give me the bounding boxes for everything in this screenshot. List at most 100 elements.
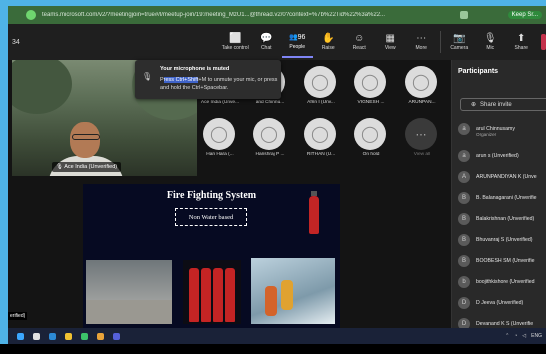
share-invite-button[interactable]: ⊕ Share invite [460, 98, 546, 111]
participant-list-item[interactable]: b boojithkishore (Unverified [458, 274, 546, 290]
fire-extinguisher-icon [309, 191, 319, 234]
toast-body-highlight: ress Ctrl+Shift [163, 77, 199, 83]
participant-tile[interactable]: ◯ On hold [347, 118, 393, 158]
participant-name: Devanand K S (Unverifie [476, 321, 534, 327]
cylinder-shape [189, 268, 199, 322]
slide-box: Non Water based [175, 208, 247, 226]
participant-name: BOOBESH SM (Unverifie [476, 258, 535, 264]
person-icon: ◯ [405, 66, 437, 98]
participant-list-item[interactable]: a arun s (Unverified) [458, 148, 546, 164]
screen-bottom-edge [0, 344, 546, 354]
video-name-label: 🎙 Ace India (Unverified) [52, 162, 122, 172]
toast-title: Your microphone is muted [160, 66, 230, 72]
firefighter-figure [265, 286, 277, 316]
participant-avatar: b [458, 276, 470, 288]
participant-list-item[interactable]: B B. Balanagarani (Unverifie [458, 190, 546, 206]
toolbar-button-chat[interactable]: 💬 Chat [251, 26, 282, 58]
participant-tile[interactable]: ◯ Afrin I (Unv... [297, 66, 343, 106]
share-tray-icon: ⬜ [228, 33, 242, 44]
shared-slide[interactable]: Fire Fighting System Non Water based [83, 184, 340, 328]
cylinder-shape [213, 268, 223, 322]
cylinder-shape [201, 268, 211, 322]
person-icon: ◯ [304, 66, 336, 98]
chat-icon: 💬 [259, 33, 273, 44]
participant-tile[interactable]: ⋯ View all [398, 118, 444, 158]
extension-icon[interactable] [460, 11, 468, 19]
chevron-up-icon[interactable]: ⌃ [505, 333, 509, 339]
toolbar-button-raise[interactable]: ✋ Raise [313, 26, 344, 58]
participant-tile[interactable]: ◯ VIGNESH ... [347, 66, 393, 106]
warehouse-floor [86, 300, 172, 324]
teams-icon[interactable] [113, 332, 120, 340]
toolbar-button-share[interactable]: ⬆ Share [506, 26, 537, 58]
participant-avatar: B [458, 213, 470, 225]
participant-list-item[interactable]: D D Jeeva (Unverified) [458, 295, 546, 311]
language-indicator[interactable]: ENG [531, 333, 542, 339]
participant-tile-name: Hari Hara (... [206, 152, 234, 157]
participants-header: Participants [458, 68, 499, 75]
participant-list-item[interactable]: B BOOBESH SM (Unverifie [458, 253, 546, 269]
search-icon[interactable] [33, 332, 40, 340]
mic-off-icon: 🎙 [56, 164, 65, 170]
system-tray[interactable]: ⌃ ◔ ◁ ENG [505, 333, 542, 339]
participant-list-item[interactable]: A ARUNPANDIYAN K (Unve [458, 169, 546, 185]
cylinder-shape [225, 268, 235, 322]
toolbar-button-camera[interactable]: 📷 Camera [444, 26, 475, 58]
person-icon: ◯ [304, 118, 336, 150]
chrome-icon[interactable] [97, 332, 104, 340]
glasses [72, 134, 100, 140]
url-text[interactable]: teams.microsoft.com/v2/?meetingjoin=true… [42, 12, 452, 18]
windows-taskbar: ⌃ ◔ ◁ ENG [8, 328, 546, 344]
react-icon: ☺ [354, 33, 365, 44]
toolbar-button-take-control[interactable]: ⬜ Take control [220, 26, 251, 58]
profile-badge[interactable]: Keep Sr... [507, 11, 542, 19]
people-icon: 👥96 [288, 34, 306, 41]
toolbar-button-label: Camera [450, 45, 469, 51]
browser-address-bar[interactable]: teams.microsoft.com/v2/?meetingjoin=true… [8, 6, 546, 24]
participant-avatar: B [458, 192, 470, 204]
participant-tile[interactable]: ◯ ARUNPAN... [398, 66, 444, 106]
whatsapp-icon[interactable] [81, 332, 88, 340]
participant-tile[interactable]: ◯ Harishraj P ... [246, 118, 292, 158]
toolbar-button-more[interactable]: ⋯ More [406, 26, 437, 58]
raise-hand-icon: ✋ [321, 33, 335, 44]
participant-list-item[interactable]: a arul Chinnusamy Organizer [458, 121, 546, 137]
participant-name: arun s (Unverified) [476, 153, 519, 159]
browser-window: teams.microsoft.com/v2/?meetingjoin=true… [8, 6, 546, 344]
participant-tile-name: Harishraj P ... [255, 152, 285, 157]
more-icon: ⋯ [416, 33, 427, 44]
folder-icon[interactable] [65, 332, 72, 340]
participants-panel: Participants ⊕ Share invite a arul Chinnus… [451, 60, 546, 330]
gas-cylinders-image [183, 260, 241, 324]
toolbar-button-people[interactable]: 👥96 People [281, 26, 313, 58]
leave-button[interactable] [540, 34, 546, 50]
toolbar-button-label: Raise [321, 45, 335, 51]
share-invite-label: Share invite [480, 101, 512, 108]
toast-body: Press Ctrl+Shift+M to unmute your mic, o… [160, 76, 278, 92]
person-icon: ◯ [354, 66, 386, 98]
participant-tile[interactable]: ◯ Hari Hara (... [196, 118, 242, 158]
participant-list-item[interactable]: B Balakrishnan (Unverified) [458, 211, 546, 227]
firefighters-image [251, 258, 335, 324]
video-name-text: Ace India (Unverified) [64, 164, 118, 170]
participant-name: Bhuvanraj S (Unverified) [476, 237, 533, 243]
toolbar-button-react[interactable]: ☺ React [344, 26, 375, 58]
participant-tile[interactable]: ◯ RITHAN (U... [297, 118, 343, 158]
participant-tile-name: View all [413, 152, 431, 157]
participant-avatar: a [458, 150, 470, 162]
toolbar-button-mic[interactable]: 🎙 Mic [475, 26, 506, 58]
person-icon: ◯ [253, 118, 285, 150]
participant-face [70, 122, 100, 158]
start-icon[interactable] [17, 332, 24, 340]
edge-icon[interactable] [49, 332, 56, 340]
participant-name: boojithkishore (Unverified [476, 279, 535, 285]
participant-tile-name: Afrin I (Unv... [307, 100, 335, 105]
participant-list-item[interactable]: B Bhuvanraj S (Unverified) [458, 232, 546, 248]
toolbar-button-label: More [415, 45, 427, 51]
meeting-timer: 34 [12, 38, 20, 46]
toolbar-button-view[interactable]: ▦ View [375, 26, 406, 58]
mic-muted-icon: 🎙 [142, 72, 153, 81]
participant-tile-name: ARUNPAN... [408, 100, 436, 105]
mic-muted-toast[interactable]: 🎙 Your microphone is muted Press Ctrl+Sh… [135, 60, 281, 99]
participant-name: B. Balanagarani (Unverifie [476, 195, 537, 201]
